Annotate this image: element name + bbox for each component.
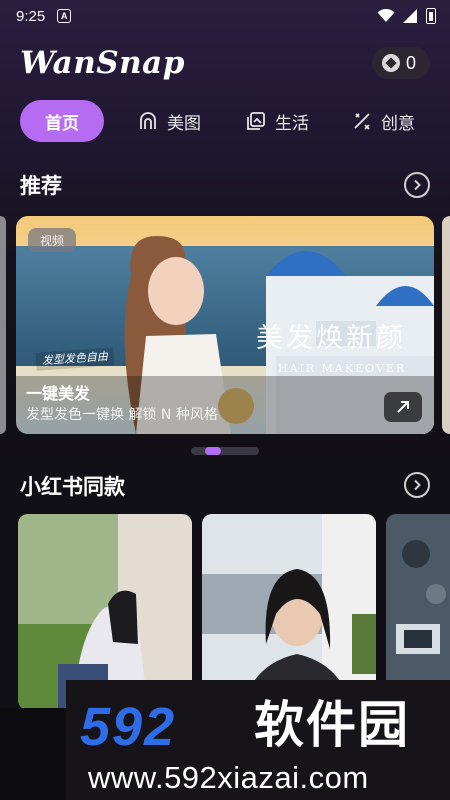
coin-balance-button[interactable]: 0 [372,47,430,79]
tab-home[interactable]: 首页 [20,100,104,142]
chevron-right-icon [414,179,421,191]
banner-title: 一键美发 [26,384,91,403]
banner-prev-peek[interactable] [0,216,6,434]
watermark-url: www.592xiazai.com [88,760,369,795]
recommend-banner[interactable]: 视频 美发焕新颜 HAIR MAKEOVER 发型发色自由 一键美发 发型发色一… [16,216,434,434]
status-icons [377,8,436,24]
xhs-more-button[interactable] [404,472,430,498]
tab-label: 美图 [167,113,201,134]
carousel-indicator [191,447,259,455]
category-tabs: 首页 美图 生活 创意 [20,100,450,142]
tab-creative[interactable]: 创意 [351,100,415,142]
banner-next-peek[interactable] [442,216,450,434]
wifi-icon [377,9,395,22]
tab-label: 生活 [275,113,309,134]
watermark-logo-text: 软件园 [254,696,410,754]
chevron-right-icon [414,479,421,491]
coin-count: 0 [406,52,417,73]
recommend-more-button[interactable] [404,172,430,198]
status-bar: 9:25 A [0,0,450,32]
video-badge: 视频 [28,228,77,252]
banner-overlay-title: 美发焕新颜 [256,323,406,354]
tab-beauty[interactable]: 美图 [137,100,201,142]
notification-icon: A [57,9,72,23]
banner-open-button[interactable] [384,392,422,422]
tab-label: 创意 [381,113,415,134]
app-logo: WanSnap [20,45,185,81]
tab-life[interactable]: 生活 [245,100,309,142]
banner-overlay-subtitle: HAIR MAKEOVER [278,362,407,375]
site-watermark: 592 软件园 www.592xiazai.com [66,680,450,800]
app-header: WanSnap 0 [20,40,430,86]
tab-label: 首页 [45,113,79,134]
watermark-left-strip [0,708,66,800]
battery-icon [426,8,436,24]
coin-icon [382,54,400,72]
xhs-title: 小红书同款 [20,475,125,499]
status-time: 9:25 [16,7,46,25]
watermark-logo-number: 592 [80,697,177,757]
magic-wand-icon [354,113,370,130]
recommend-title: 推荐 [20,174,62,198]
portrait-icon [140,112,156,129]
carousel-indicator-active [205,447,221,455]
photo-stack-icon [247,112,265,130]
banner-description: 发型发色一键换 解锁 N 种风格 [26,407,218,423]
arrow-up-right-icon [397,401,409,413]
signal-icon [403,9,417,23]
